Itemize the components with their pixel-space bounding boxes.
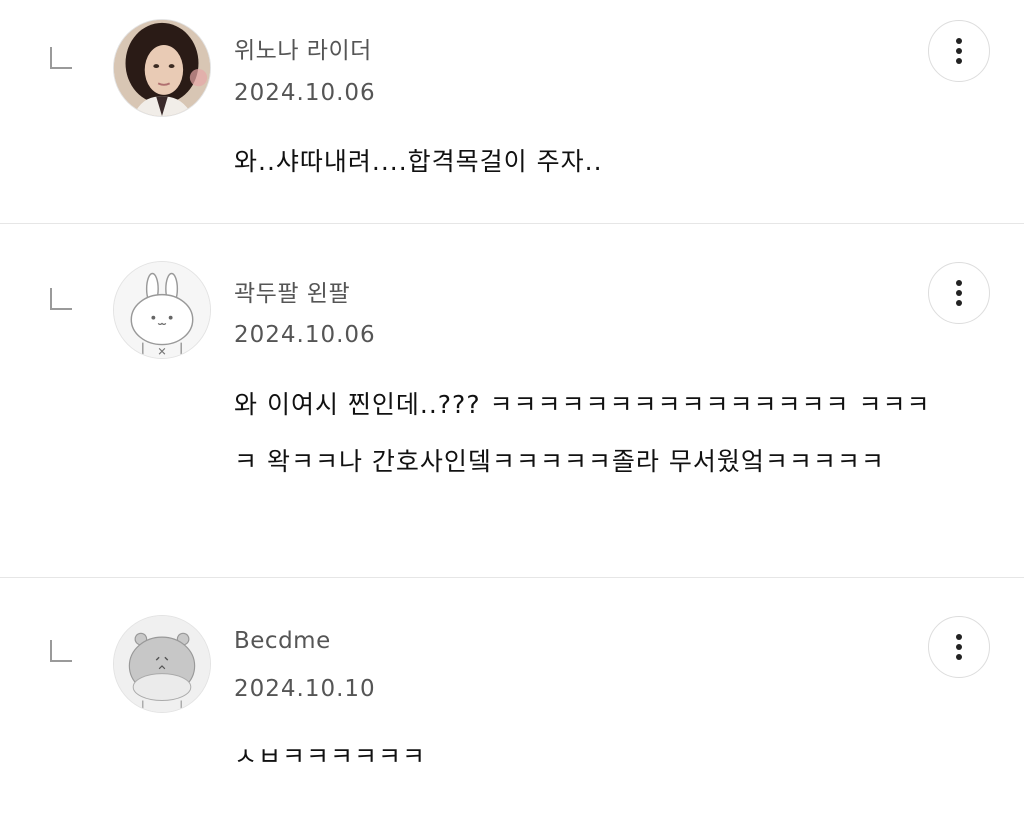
comment-text: 와..샤따내려....합격목걸이 주자.. xyxy=(234,147,603,176)
comment-item: Becdme 2024.10.10 ㅅㅂㅋㅋㅋㅋㅋㅋ xyxy=(0,578,1024,813)
comment-date: 2024.10.10 xyxy=(234,676,376,702)
reply-corner-icon xyxy=(50,288,72,310)
comment-text: 와 이여시 찐인데..??? ㅋㅋㅋㅋㅋㅋㅋㅋㅋㅋㅋㅋㅋㅋㅋ ㅋㅋㅋㅋ 왁ㅋㅋ나… xyxy=(234,390,931,476)
comment-date: 2024.10.06 xyxy=(234,80,376,106)
more-vertical-icon xyxy=(956,38,962,64)
comment-nickname[interactable]: Becdme xyxy=(234,628,331,654)
more-vertical-icon xyxy=(956,280,962,306)
more-vertical-icon xyxy=(956,634,962,660)
comment-item: 위노나 라이더 2024.10.06 와..샤따내려....합격목걸이 주자.. xyxy=(0,0,1024,223)
comment-item: 곽두팔 왼팔 2024.10.06 와 이여시 찐인데..??? ㅋㅋㅋㅋㅋㅋㅋ… xyxy=(0,224,1024,577)
more-options-button[interactable] xyxy=(928,616,990,678)
comment-date: 2024.10.06 xyxy=(234,322,376,348)
comment-text: ㅅㅂㅋㅋㅋㅋㅋㅋ xyxy=(234,742,427,771)
photo-avatar-icon[interactable] xyxy=(113,19,211,117)
more-options-button[interactable] xyxy=(928,262,990,324)
more-options-button[interactable] xyxy=(928,20,990,82)
reply-corner-icon xyxy=(50,640,72,662)
comment-nickname[interactable]: 위노나 라이더 xyxy=(234,31,372,65)
hamster-avatar-icon[interactable] xyxy=(113,615,211,713)
bunny-avatar-icon[interactable] xyxy=(113,261,211,359)
comment-nickname[interactable]: 곽두팔 왼팔 xyxy=(234,274,350,308)
reply-corner-icon xyxy=(50,47,72,69)
